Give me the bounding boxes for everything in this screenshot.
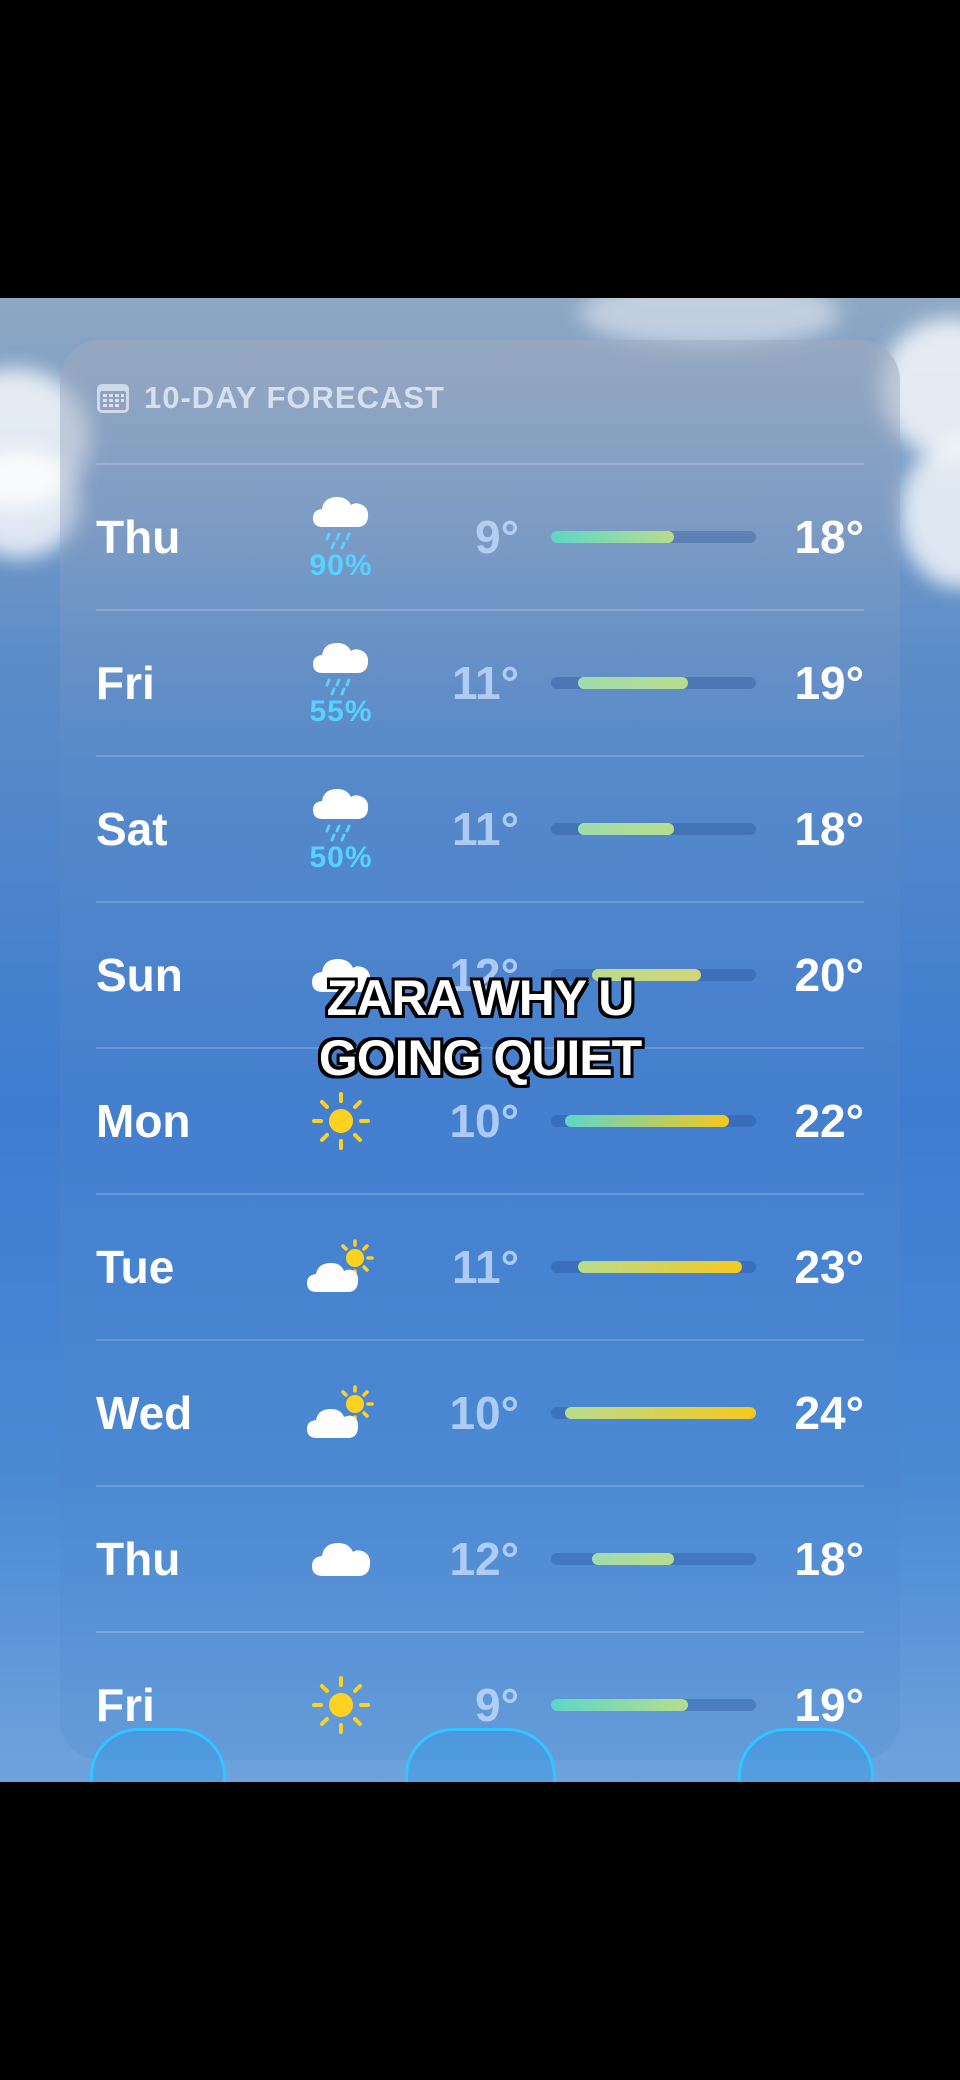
weather-icon-group: [296, 1341, 386, 1485]
high-temp: 24°: [794, 1387, 864, 1439]
low-temp: 10°: [449, 1387, 519, 1439]
high-temp: 19°: [794, 657, 864, 709]
forecast-row[interactable]: Wed 10° 24°: [96, 1339, 864, 1485]
forecast-rows: Thu 90% 9° 18° Fri 55% 11° 19° Sat 50% 11° 18° Sun 12…: [96, 463, 864, 1777]
weather-icon-group: 50%: [296, 757, 386, 901]
day-label: Sat: [96, 803, 168, 855]
partly-sunny-icon: [305, 1238, 377, 1296]
video-caption: ZARA WHY U GOING QUIET: [0, 968, 960, 1088]
temp-range-track: [551, 1553, 756, 1565]
temp-range-bar: [578, 823, 674, 835]
temp-range-track: [551, 1699, 756, 1711]
low-temp: 11°: [451, 1241, 519, 1293]
bottom-button-left[interactable]: [90, 1728, 226, 1782]
calendar-icon: [97, 384, 129, 413]
weather-icon-group: [296, 1633, 386, 1777]
temp-range-bar: [564, 1115, 729, 1127]
partly-sunny-icon: [305, 1384, 377, 1442]
temp-range-bar: [578, 1261, 743, 1273]
caption-line-2: GOING QUIET: [318, 1030, 642, 1086]
temp-range-track: [551, 1115, 756, 1127]
weather-icon-group: [296, 1195, 386, 1339]
forecast-row[interactable]: Fri 55% 11° 19°: [96, 609, 864, 755]
temp-range-track: [551, 531, 756, 543]
high-temp: 23°: [794, 1241, 864, 1293]
cloud-decoration-right-2: [900, 438, 960, 588]
bottom-button-center[interactable]: [405, 1728, 556, 1782]
high-temp: 18°: [794, 511, 864, 563]
forecast-title: 10-DAY FORECAST: [144, 380, 445, 415]
precip-chance: 55%: [309, 695, 373, 728]
precip-chance: 90%: [309, 549, 373, 582]
sun-icon: [311, 1675, 371, 1735]
weather-icon-group: 55%: [296, 611, 386, 755]
temp-range-bar: [578, 677, 688, 689]
rain-cloud-icon: [309, 637, 373, 697]
temp-range-track: [551, 1261, 756, 1273]
low-temp: 11°: [451, 657, 519, 709]
forecast-row[interactable]: Thu 12° 18°: [96, 1485, 864, 1631]
temp-range-track: [551, 677, 756, 689]
forecast-row[interactable]: Tue 11° 23°: [96, 1193, 864, 1339]
temp-range-bar: [564, 1407, 756, 1419]
high-temp: 18°: [794, 803, 864, 855]
day-label: Thu: [96, 1533, 181, 1585]
caption-line-1: ZARA WHY U: [326, 970, 635, 1026]
bottom-button-right[interactable]: [738, 1728, 874, 1782]
temp-range-bar: [592, 1553, 674, 1565]
day-label: Fri: [96, 657, 155, 709]
weather-icon-group: [296, 1487, 386, 1631]
low-temp: 11°: [451, 803, 519, 855]
temp-range-bar: [551, 1699, 688, 1711]
low-temp: 9°: [475, 511, 519, 563]
low-temp: 12°: [449, 1533, 519, 1585]
day-label: Wed: [96, 1387, 193, 1439]
rain-cloud-icon: [309, 491, 373, 551]
weather-icon-group: 90%: [296, 465, 386, 609]
cloud-icon: [309, 1536, 373, 1582]
temp-range-track: [551, 1407, 756, 1419]
day-label: Thu: [96, 511, 181, 563]
precip-chance: 50%: [309, 841, 373, 874]
forecast-row[interactable]: Thu 90% 9° 18°: [96, 463, 864, 609]
forecast-header: 10-DAY FORECAST: [96, 376, 445, 420]
forecast-row[interactable]: Sat 50% 11° 18°: [96, 755, 864, 901]
temp-range-track: [551, 823, 756, 835]
day-label: Tue: [96, 1241, 175, 1293]
rain-cloud-icon: [309, 783, 373, 843]
high-temp: 18°: [794, 1533, 864, 1585]
sun-icon: [311, 1091, 371, 1151]
temp-range-bar: [551, 531, 674, 543]
